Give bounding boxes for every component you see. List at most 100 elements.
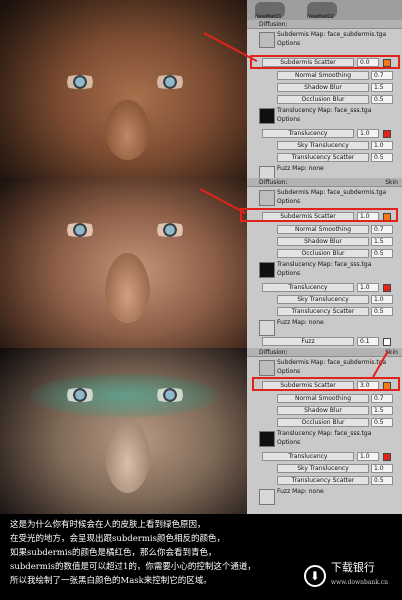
occlusion-blur-row: Occlusion Blur 0.5 — [247, 94, 402, 105]
right-eye-image — [150, 223, 190, 237]
translucency-value[interactable]: 1.0 — [357, 129, 379, 138]
nose-image — [105, 418, 150, 493]
normal-smoothing-value[interactable]: 0.7 — [371, 394, 393, 403]
translucency-scatter-value[interactable]: 0.5 — [371, 307, 393, 316]
translucency-options-button[interactable]: Options — [277, 116, 300, 123]
translucency-scatter-row: Translucency Scatter 0.5 — [247, 475, 402, 486]
translucency-button[interactable]: Translucency — [262, 129, 354, 138]
caption-line-3: 如果subdermis的颜色是橘红色，那么你会看到青色， — [10, 548, 217, 558]
translucency-map-thumbnail[interactable] — [259, 262, 275, 278]
translucency-button[interactable]: Translucency — [262, 283, 354, 292]
diffusion-header: Diffusion: Skin — [247, 178, 402, 187]
translucency-color-swatch[interactable] — [383, 452, 391, 461]
left-eye-image — [60, 223, 100, 237]
subdermis-map-thumbnail[interactable] — [259, 190, 275, 206]
occlusion-blur-button[interactable]: Occlusion Blur — [277, 95, 369, 104]
translucency-value[interactable]: 1.0 — [357, 283, 379, 292]
fuzz-map-thumbnail[interactable] — [259, 166, 275, 178]
translucency-scatter-button[interactable]: Translucency Scatter — [277, 307, 369, 316]
fuzz-value[interactable]: 0.1 — [357, 337, 379, 346]
translucency-map-thumbnail[interactable] — [259, 431, 275, 447]
sky-translucency-value[interactable]: 1.0 — [371, 464, 393, 473]
fuzz-map-row[interactable]: Fuzz Map: none — [247, 487, 402, 507]
translucency-row: Translucency 1.0 — [247, 451, 402, 462]
fuzz-map-label: Fuzz Map: none — [277, 319, 324, 326]
fuzz-map-thumbnail[interactable] — [259, 489, 275, 505]
translucency-scatter-button[interactable]: Translucency Scatter — [277, 476, 369, 485]
translucency-row: Translucency 1.0 — [247, 128, 402, 139]
translucency-map-row[interactable]: Translucency Map: face_sss.tga Options — [247, 429, 402, 449]
normal-smoothing-button[interactable]: Normal Smoothing — [277, 394, 369, 403]
occlusion-blur-button[interactable]: Occlusion Blur — [277, 418, 369, 427]
translucency-map-label: Translucency Map: face_sss.tga — [277, 430, 372, 437]
translucency-scatter-button[interactable]: Translucency Scatter — [277, 153, 369, 162]
translucency-value[interactable]: 1.0 — [357, 452, 379, 461]
nose-image — [105, 100, 150, 160]
occlusion-blur-value[interactable]: 0.5 — [371, 418, 393, 427]
download-icon: ⬇ — [303, 564, 326, 587]
sky-translucency-value[interactable]: 1.0 — [371, 295, 393, 304]
translucency-scatter-row: Translucency Scatter 0.5 — [247, 306, 402, 317]
shadow-blur-value[interactable]: 1.5 — [371, 406, 393, 415]
subdermis-map-row[interactable]: Subdermis Map: face_subdermis.tga Option… — [247, 30, 402, 50]
subdermis-map-row[interactable]: Subdermis Map: face_subdermis.tga Option… — [247, 188, 402, 208]
translucency-map-row[interactable]: Translucency Map: face_sss.tga Options — [247, 260, 402, 280]
translucency-color-swatch[interactable] — [383, 129, 391, 138]
shadow-blur-button[interactable]: Shadow Blur — [277, 406, 369, 415]
subdermis-map-thumbnail[interactable] — [259, 360, 275, 376]
sky-translucency-row: Sky Translucency 1.0 — [247, 463, 402, 474]
shadow-blur-button[interactable]: Shadow Blur — [277, 83, 369, 92]
translucency-scatter-value[interactable]: 0.5 — [371, 153, 393, 162]
sky-translucency-button[interactable]: Sky Translucency — [277, 141, 369, 150]
highlight-box-2 — [240, 208, 398, 222]
properties-panel-2: Diffusion: Skin Subdermis Map: face_subd… — [247, 178, 402, 348]
fuzz-map-thumbnail[interactable] — [259, 320, 275, 336]
subdermis-map-thumbnail[interactable] — [259, 32, 275, 48]
sky-translucency-row: Sky Translucency 1.0 — [247, 140, 402, 151]
shadow-blur-row: Shadow Blur 1.5 — [247, 82, 402, 93]
sky-translucency-value[interactable]: 1.0 — [371, 141, 393, 150]
fuzz-color-swatch[interactable] — [383, 337, 391, 346]
normal-smoothing-value[interactable]: 0.7 — [371, 71, 393, 80]
translucency-scatter-row: Translucency Scatter 0.5 — [247, 152, 402, 163]
subdermis-map-label: Subdermis Map: face_subdermis.tga — [277, 31, 387, 38]
translucency-options-button[interactable]: Options — [277, 270, 300, 277]
fuzz-button[interactable]: Fuzz — [262, 337, 354, 346]
properties-panel-1: Diffusion: Subdermis Map: face_subdermis… — [247, 20, 402, 178]
fuzz-map-row[interactable]: Fuzz Map: none — [247, 318, 402, 338]
shadow-blur-row: Shadow Blur 1.5 — [247, 236, 402, 247]
normal-smoothing-button[interactable]: Normal Smoothing — [277, 71, 369, 80]
sky-translucency-row: Sky Translucency 1.0 — [247, 294, 402, 305]
occlusion-blur-value[interactable]: 0.5 — [371, 95, 393, 104]
options-button[interactable]: Options — [277, 368, 300, 375]
fuzz-map-label: Fuzz Map: none — [277, 488, 324, 495]
shadow-blur-button[interactable]: Shadow Blur — [277, 237, 369, 246]
green-tint-overlay — [30, 373, 220, 418]
panel-1: Diffusion: Subdermis Map: face_subdermis… — [0, 0, 402, 178]
translucency-button[interactable]: Translucency — [262, 452, 354, 461]
translucency-map-row[interactable]: Translucency Map: face_sss.tga Options — [247, 106, 402, 126]
fuzz-map-row[interactable]: Fuzz Map: none — [247, 164, 402, 178]
sky-translucency-button[interactable]: Sky Translucency — [277, 464, 369, 473]
translucency-color-swatch[interactable] — [383, 283, 391, 292]
translucency-scatter-value[interactable]: 0.5 — [371, 476, 393, 485]
options-button[interactable]: Options — [277, 40, 300, 47]
translucency-map-thumbnail[interactable] — [259, 108, 275, 124]
right-eye-image — [150, 388, 190, 402]
normal-smoothing-value[interactable]: 0.7 — [371, 225, 393, 234]
sky-translucency-button[interactable]: Sky Translucency — [277, 295, 369, 304]
fuzz-map-label: Fuzz Map: none — [277, 165, 324, 172]
occlusion-blur-value[interactable]: 0.5 — [371, 249, 393, 258]
shadow-blur-value[interactable]: 1.5 — [371, 237, 393, 246]
occlusion-blur-button[interactable]: Occlusion Blur — [277, 249, 369, 258]
shadow-blur-row: Shadow Blur 1.5 — [247, 405, 402, 416]
translucency-options-button[interactable]: Options — [277, 439, 300, 446]
highlight-box-3 — [252, 377, 400, 391]
options-button[interactable]: Options — [277, 198, 300, 205]
normal-smoothing-button[interactable]: Normal Smoothing — [277, 225, 369, 234]
watermark: ⬇ 下载银行 www.downbank.cn — [303, 561, 388, 590]
shadow-blur-value[interactable]: 1.5 — [371, 83, 393, 92]
normal-smoothing-row: Normal Smoothing 0.7 — [247, 70, 402, 81]
translucency-map-label: Translucency Map: face_sss.tga — [277, 107, 372, 114]
left-eye-image — [60, 75, 100, 89]
